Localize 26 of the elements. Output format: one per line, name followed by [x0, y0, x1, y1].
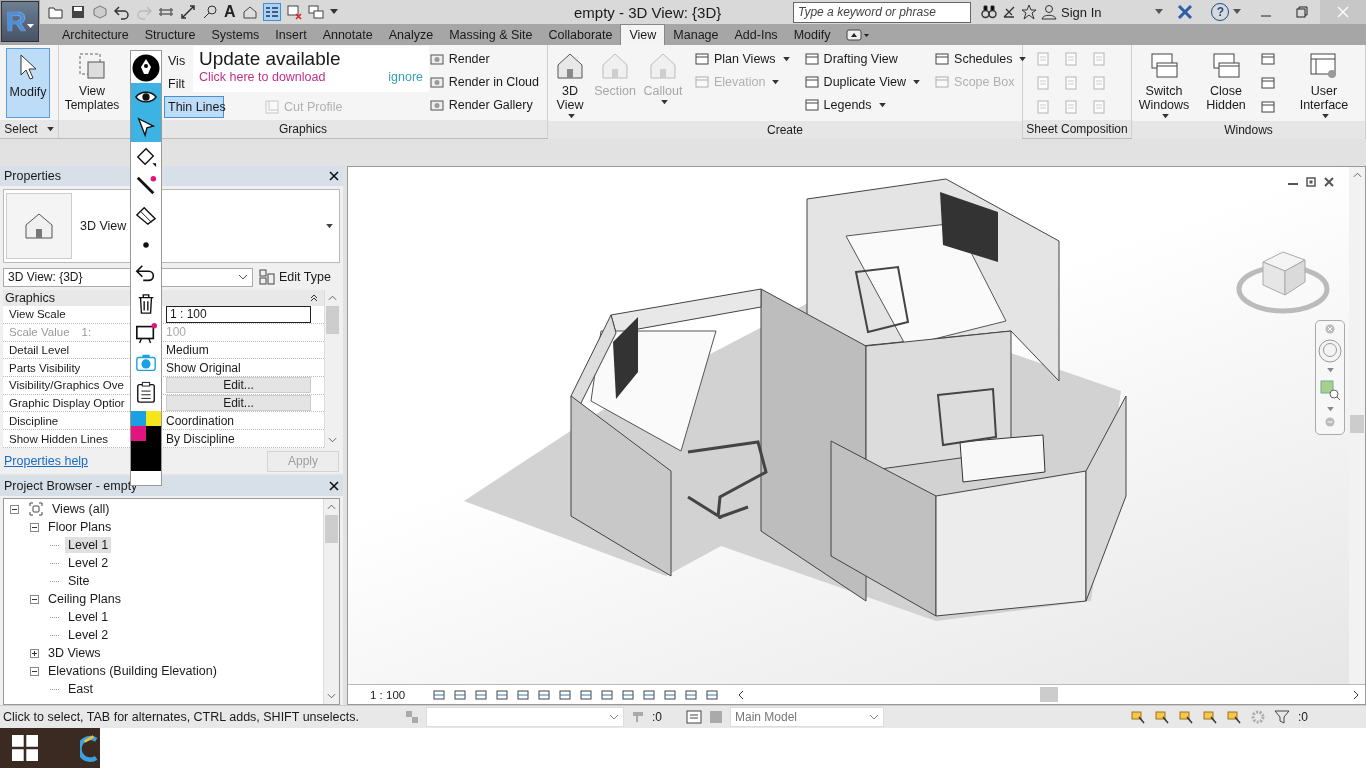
property-label: Detail Level: [9, 343, 70, 356]
panel-title: Graphics: [59, 120, 547, 138]
window-title: empty - 3D View: {3D}: [574, 3, 723, 21]
status-message: Click to select, TAB for alternates, CTRL adds, SHIFT unselects.: [3, 710, 360, 724]
property-label: 1:: [81, 326, 92, 339]
property-label: Visibility/Graphics Ove: [9, 379, 124, 392]
filter-count: :0: [1298, 710, 1309, 724]
property-label: Parts Visibility: [9, 361, 81, 374]
workset-name: Main Model: [735, 710, 798, 724]
selection-count: :0: [652, 710, 663, 724]
panel-title: Create: [548, 121, 1022, 139]
panel-title: Properties: [4, 169, 61, 183]
property-label: Graphic Display Optior: [9, 397, 125, 410]
panel-title: Sheet Composition: [1023, 120, 1131, 138]
property-label: View Scale: [9, 308, 66, 321]
group-header: Graphics: [5, 290, 56, 305]
property-value: Show Original: [166, 360, 241, 375]
property-value: By Discipline: [166, 431, 235, 446]
property-value: Coordination: [166, 413, 235, 428]
notification-title: Update available: [199, 48, 342, 70]
panel-title: Windows: [1132, 121, 1365, 139]
property-label: Scale Value: [9, 326, 70, 339]
property-value: Medium: [166, 342, 209, 357]
property-value: 100: [166, 325, 187, 340]
property-label: Discipline: [9, 414, 59, 427]
property-label: Show Hidden Lines: [9, 432, 109, 445]
